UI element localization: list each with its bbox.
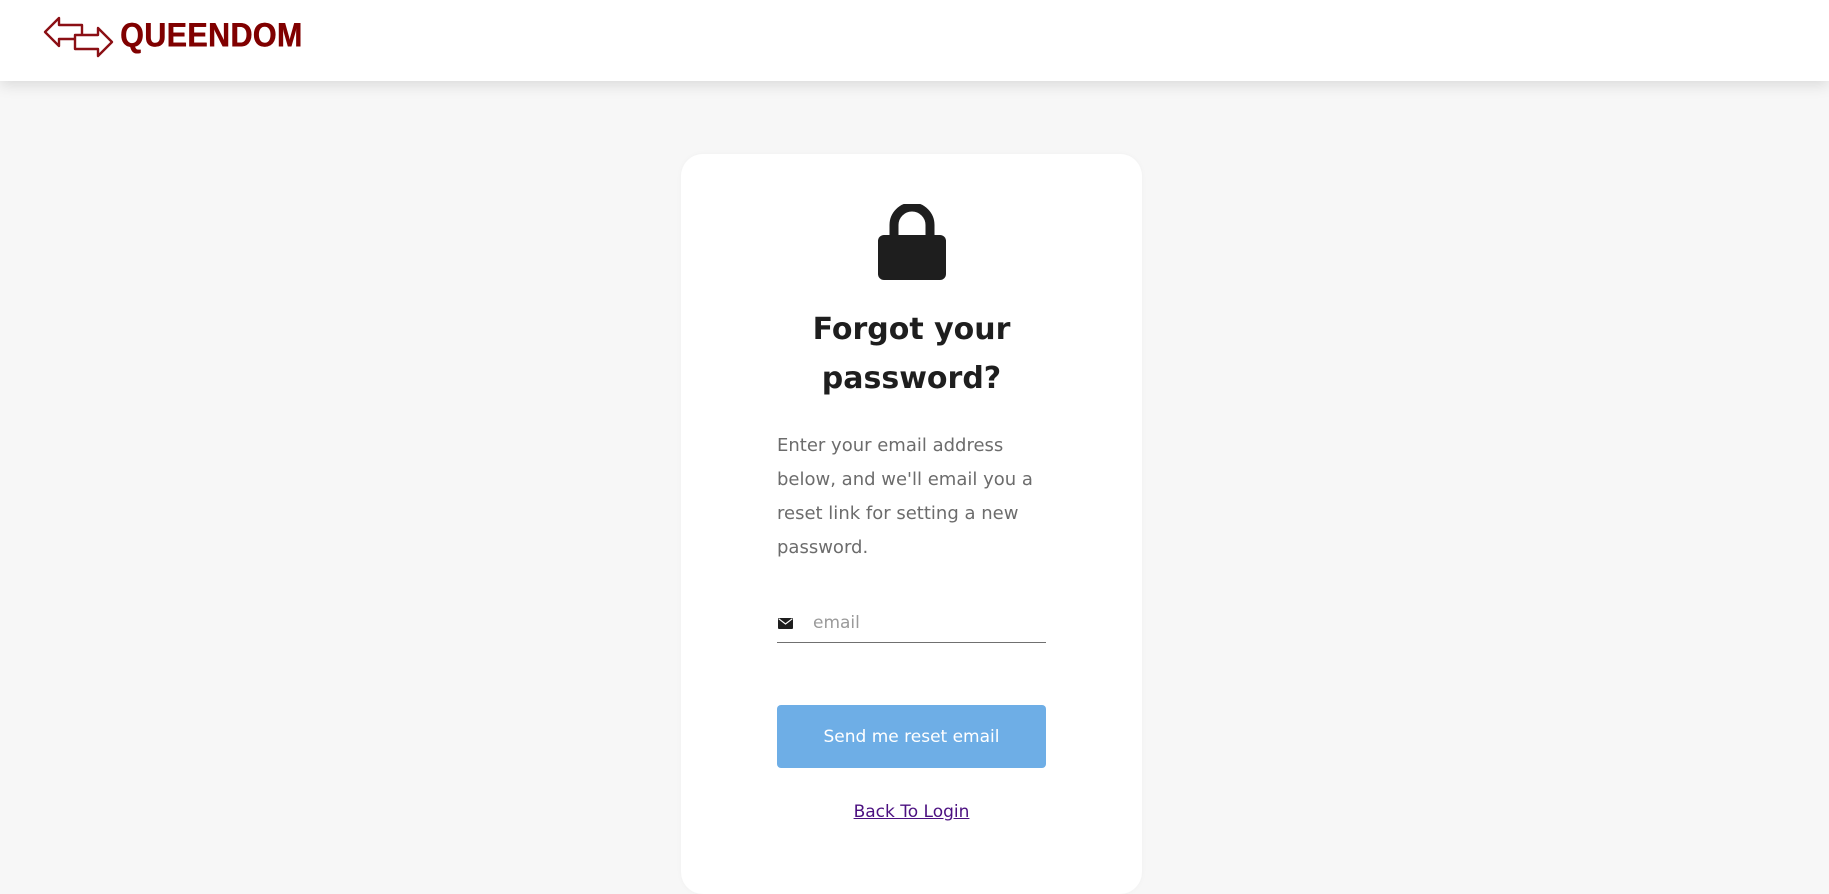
send-reset-email-button[interactable]: Send me reset email [777, 705, 1046, 768]
exchange-arrows-icon [43, 16, 114, 58]
forgot-password-card: Forgot your password? Enter your email a… [681, 154, 1142, 894]
back-to-login-link[interactable]: Back To Login [681, 802, 1142, 822]
top-navbar: QUEENDOM [0, 0, 1829, 81]
envelope-icon [778, 618, 793, 629]
instructions-text: Enter your email address below, and we'l… [777, 435, 1033, 558]
email-input[interactable] [813, 608, 1043, 638]
page-title: Forgot your password? [812, 312, 1011, 396]
brand-logo[interactable]: QUEENDOM [42, 12, 318, 58]
brand-name: QUEENDOM [120, 15, 303, 54]
lock-icon [878, 204, 946, 280]
email-field[interactable] [777, 606, 1046, 643]
